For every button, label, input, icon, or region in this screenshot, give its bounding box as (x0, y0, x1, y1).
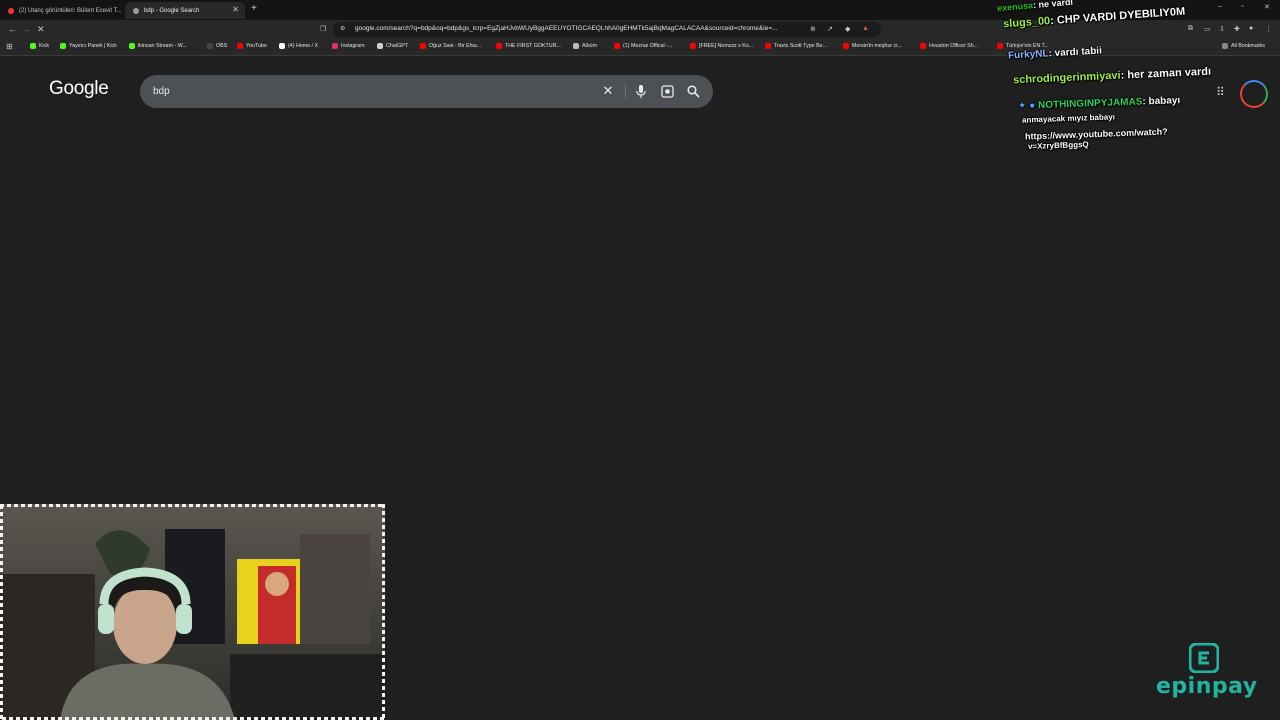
chat-message: schrodingerinmiyavi: her zaman vardı (1012, 65, 1212, 87)
epinpay-logo: epinpay (1156, 674, 1258, 699)
bookmark-label: Houston Officer Sh... (929, 43, 979, 49)
bookmark-item[interactable]: YouTube (237, 43, 267, 49)
new-tab-button[interactable]: + (251, 3, 257, 14)
share-icon[interactable]: ↗ (827, 25, 833, 33)
bookmark-item[interactable]: THE FIRST GOKTUR... (496, 43, 561, 49)
bookmark-favicon-icon (279, 43, 285, 49)
chat-message-line: anmayacak mıyız babayı (1021, 112, 1116, 125)
chat-message-line: https://www.youtube.com/watch? (1024, 126, 1168, 142)
extensions-icon[interactable]: ⧉ (1188, 25, 1193, 33)
apps-grid-icon[interactable]: ⊞ (6, 42, 13, 51)
search-divider (625, 84, 626, 99)
camera-lens-icon[interactable] (659, 82, 675, 100)
google-logo[interactable]: Google (49, 78, 109, 100)
site-info-icon[interactable]: ⚙ (340, 25, 345, 32)
chat-message: ✦ ● NOTHINGINPYJAMAS: babayı (1017, 95, 1181, 112)
tab-title: bdp - Google Search (144, 7, 200, 14)
profile-icon[interactable]: ● (1249, 25, 1253, 32)
bookmark-label: (4) Home / X (288, 43, 319, 49)
bookmark-item[interactable]: Mersin'in meşhur ci... (843, 43, 902, 49)
bookmark-item[interactable]: ikinsan Stream - W... (129, 43, 187, 49)
bookmark-label: ChatGPT (386, 43, 409, 49)
account-avatar[interactable] (1240, 80, 1268, 108)
bookmark-favicon-icon (496, 43, 502, 49)
tab-ecevit-video[interactable]: (2) Utanç görüntüleri: Bülent Ecevit T..… (0, 2, 125, 19)
bookmark-favicon-icon (690, 43, 696, 49)
bookmark-favicon-icon (332, 43, 338, 49)
bookmark-item[interactable]: Kick (30, 43, 49, 49)
bookmark-label: Oğuz Sasi - Bir Efsa... (429, 43, 482, 49)
bookmark-label: Travis Scott Type Be... (774, 43, 827, 49)
bookmark-favicon-icon (207, 43, 213, 49)
bookmark-label: YouTube (246, 43, 267, 49)
shield-icon[interactable]: ◆ (845, 25, 850, 33)
epinpay-logo-icon (1188, 642, 1220, 674)
bookmark-favicon-icon (129, 43, 135, 49)
bookmark-favicon-icon (765, 43, 771, 49)
minimize-icon[interactable]: – (1218, 3, 1222, 10)
badge-icon: ✦ ● (1017, 100, 1036, 112)
bookmark-label: (1) Mezraz Offical -... (623, 43, 673, 49)
bookmark-page-icon[interactable]: ❐ (320, 25, 326, 33)
bookmark-item[interactable]: Instagram (332, 43, 365, 49)
youtube-favicon-icon (8, 7, 14, 14)
bookmark-label: THE FIRST GOKTUR... (505, 43, 561, 49)
zoom-icon[interactable]: ⊕ (810, 25, 816, 33)
bookmark-favicon-icon (237, 43, 243, 49)
address-url[interactable]: google.com/search?q=bdp&oq=bdp&gs_lcrp=E… (355, 25, 805, 32)
all-bookmarks-label: All Bookmarks (1231, 43, 1265, 49)
bookmark-item[interactable]: ChatGPT (377, 43, 408, 49)
maximize-icon[interactable]: ▫ (1241, 3, 1243, 10)
bookmark-favicon-icon (843, 43, 849, 49)
bookmark-item[interactable]: Houston Officer Sh... (920, 43, 978, 49)
bookmark-favicon-icon (997, 43, 1003, 49)
microphone-icon[interactable] (633, 82, 649, 100)
google-apps-icon[interactable]: ⠿ (1216, 85, 1225, 99)
google-favicon-icon (133, 7, 139, 14)
bookmark-item[interactable]: (1) Mezraz Offical -... (614, 43, 672, 49)
tab-title: (2) Utanç görüntüleri: Bülent Ecevit T..… (19, 7, 122, 14)
bookmark-favicon-icon (30, 43, 36, 49)
search-input[interactable] (153, 84, 573, 99)
bookmark-label: Kick (39, 43, 50, 49)
back-arrow-icon[interactable]: ← (8, 24, 17, 34)
bookmark-label: Yayıncı Paneli | Kick (69, 43, 117, 49)
bookmark-label: Instagram (341, 43, 365, 49)
puzzle-icon[interactable]: ✚ (1234, 25, 1240, 33)
extension-triangle-icon[interactable]: ▲ (862, 25, 869, 32)
tab-google-search[interactable]: bdp - Google Search ✕ (125, 2, 245, 19)
bookmark-favicon-icon (573, 43, 579, 49)
download-icon[interactable]: ⇩ (1219, 25, 1225, 33)
chat-message-line: v=XzryBfBggsQ (1027, 139, 1089, 152)
bookmark-item[interactable]: Oğuz Sasi - Bir Efsa... (420, 43, 481, 49)
bookmark-label: Albüm (582, 43, 598, 49)
bookmark-favicon-icon (420, 43, 426, 49)
bookmark-favicon-icon (60, 43, 66, 49)
folder-icon (1222, 43, 1228, 49)
bookmark-item[interactable]: Yayıncı Paneli | Kick (60, 43, 117, 49)
bookmark-item[interactable]: OBS (207, 43, 227, 49)
bookmark-item[interactable]: Albüm (573, 43, 597, 49)
menu-kebab-icon[interactable]: ⋮ (1265, 25, 1272, 33)
bookmark-label: Mersin'in meşhur ci... (852, 43, 902, 49)
bookmark-label: ikinsan Stream - W... (138, 43, 187, 49)
bookmark-item[interactable]: (4) Home / X (279, 43, 318, 49)
clear-search-icon[interactable]: ✕ (600, 82, 616, 100)
search-icon[interactable] (685, 82, 701, 100)
all-bookmarks-button[interactable]: All Bookmarks (1222, 43, 1265, 49)
bookmark-favicon-icon (920, 43, 926, 49)
bookmark-item[interactable]: Travis Scott Type Be... (765, 43, 827, 49)
webcam-overlay (0, 504, 385, 720)
bookmark-favicon-icon (614, 43, 620, 49)
bookmark-favicon-icon (377, 43, 383, 49)
bookmark-item[interactable]: [FREE] Nemzzz x Ko... (690, 43, 753, 49)
stop-loading-icon[interactable]: ✕ (37, 24, 45, 35)
close-tab-icon[interactable]: ✕ (232, 5, 239, 14)
forward-arrow-icon[interactable]: → (22, 24, 31, 34)
close-window-icon[interactable]: ✕ (1264, 3, 1270, 11)
sidebar-icon[interactable]: ▭ (1204, 25, 1211, 33)
bookmark-label: OBS (216, 43, 228, 49)
bookmark-label: [FREE] Nemzzz x Ko... (699, 43, 754, 49)
